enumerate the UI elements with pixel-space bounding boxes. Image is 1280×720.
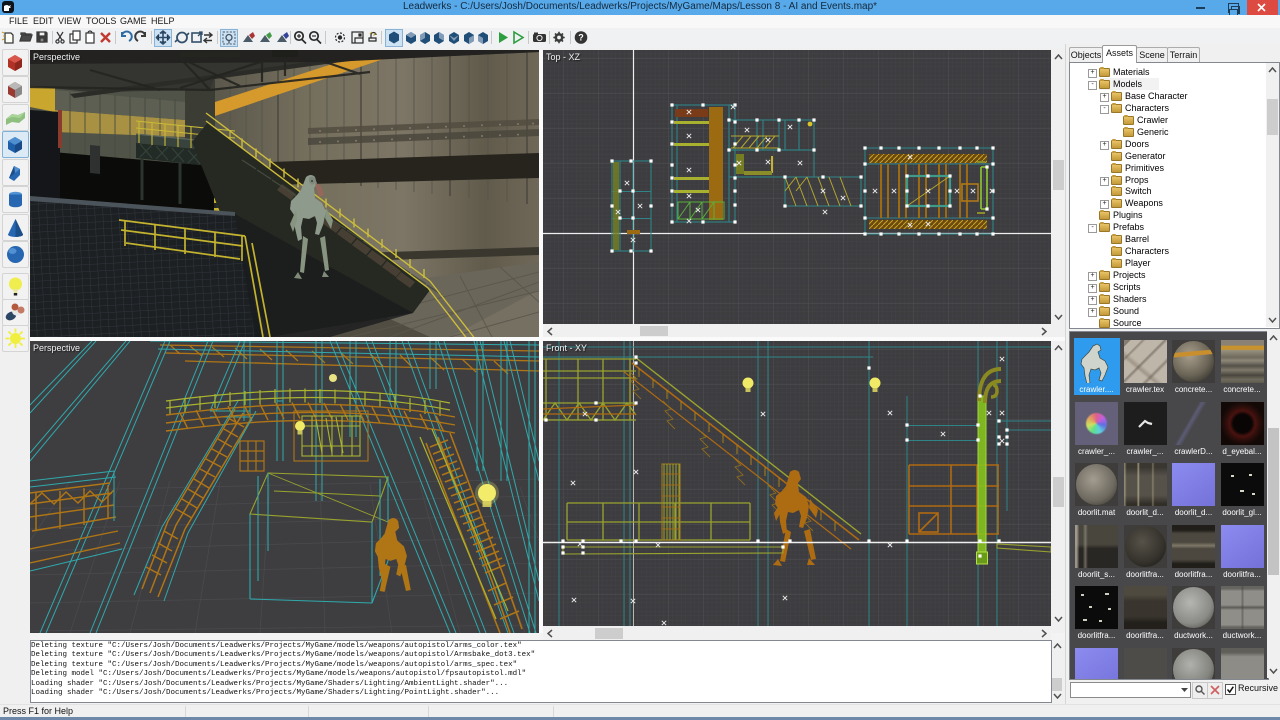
svg-text:?: ?: [578, 33, 584, 43]
